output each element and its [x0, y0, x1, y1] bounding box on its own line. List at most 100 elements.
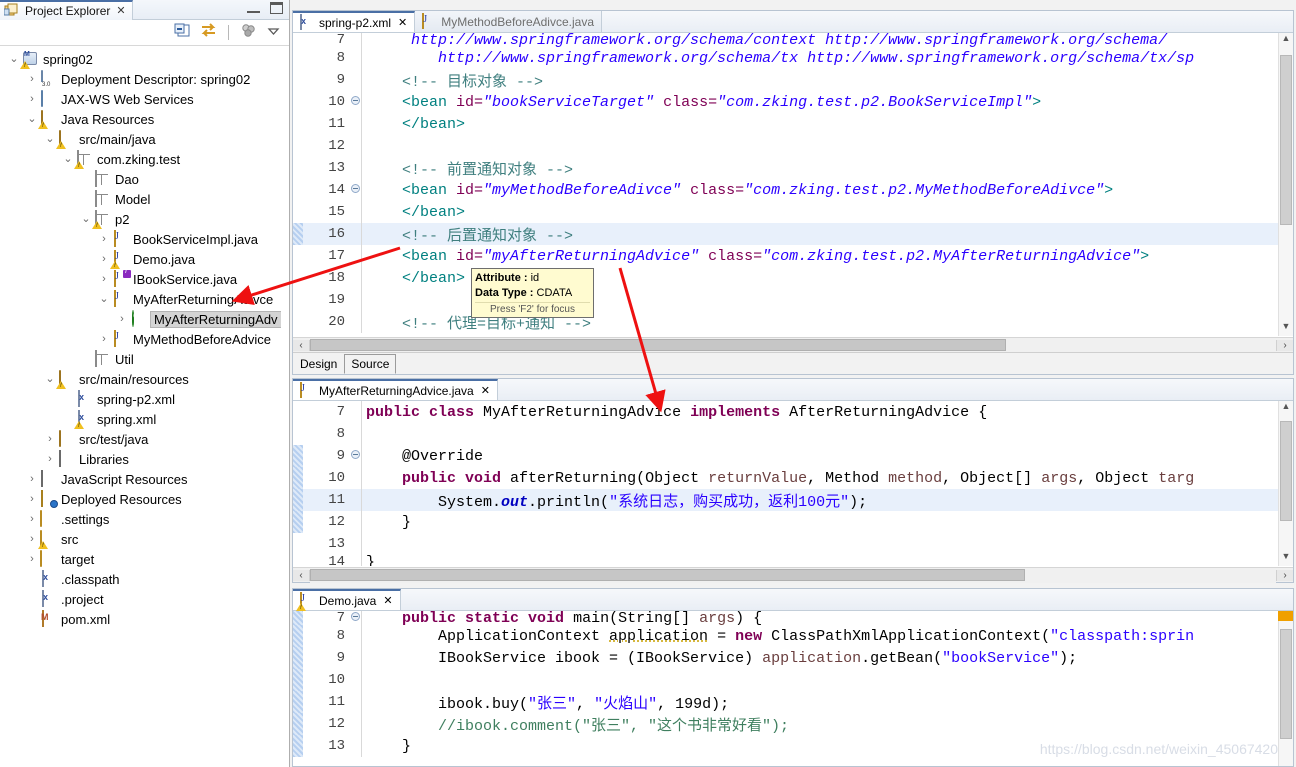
code-line[interactable]: 9 <!-- 目标对象 --> [293, 69, 1293, 91]
code-line[interactable]: 7 public static void main(String[] args)… [293, 611, 1293, 627]
java-editor-tabbar[interactable]: MyAfterReturningAdvice.java ✕ [293, 379, 1293, 401]
scroll-down-icon[interactable]: ▼ [1279, 321, 1293, 336]
editor-tab-spring-p2-xml[interactable]: spring-p2.xml ✕ [293, 11, 416, 32]
tree-item-settings[interactable]: › .settings [0, 509, 281, 529]
code-line[interactable]: 17 <bean id="myAfterReturningAdvice" cla… [293, 245, 1293, 267]
twisty-collapsed-icon[interactable]: › [24, 513, 40, 525]
scroll-right-icon[interactable]: › [1276, 339, 1293, 351]
scroll-left-icon[interactable]: ‹ [293, 339, 310, 351]
java-horizontal-scrollbar[interactable]: ‹ › [293, 567, 1293, 583]
tree-item-util[interactable]: Util [0, 349, 281, 369]
code-line[interactable]: 10 [293, 669, 1293, 691]
tree-item-deployed-resources[interactable]: › Deployed Resources [0, 489, 281, 509]
tree-item-model[interactable]: Model [0, 189, 281, 209]
code-line[interactable]: 10 <bean id="bookServiceTarget" class="c… [293, 91, 1293, 113]
xml-vertical-scrollbar[interactable]: ▲ ▼ [1278, 33, 1293, 336]
scroll-right-icon[interactable]: › [1276, 569, 1293, 581]
code-line[interactable]: 14 <bean id="myMethodBeforeAdivce" class… [293, 179, 1293, 201]
twisty-collapsed-icon[interactable]: › [24, 493, 40, 505]
tree-item-pom-xml[interactable]: pom.xml [0, 609, 281, 629]
close-icon[interactable]: ✕ [383, 594, 392, 607]
tree-item-com-zking-test[interactable]: ⌄com.zking.test [0, 149, 281, 169]
hscroll-thumb[interactable] [310, 339, 1006, 351]
editor-tab-myafterreturningadvice-java[interactable]: MyAfterReturningAdvice.java ✕ [293, 379, 498, 400]
design-source-tabs[interactable]: Design Source [293, 352, 1293, 374]
tree-item-ibookservice-java[interactable]: › IBookService.java [0, 268, 281, 289]
java-code-area[interactable]: 7 public class MyAfterReturningAdvice imp… [293, 401, 1293, 566]
scroll-up-icon[interactable]: ▲ [1279, 401, 1293, 416]
code-line[interactable]: 8 ApplicationContext application = new C… [293, 625, 1293, 647]
hscroll-track[interactable] [310, 567, 1276, 583]
fold-toggle-icon[interactable] [349, 612, 361, 624]
fold-toggle-icon[interactable] [349, 184, 361, 196]
collapse-all-icon[interactable] [174, 23, 191, 43]
maximize-icon[interactable] [270, 2, 283, 14]
tree-item-libraries[interactable]: › Libraries [0, 449, 281, 469]
scroll-down-icon[interactable]: ▼ [1279, 551, 1293, 566]
xml-code-area[interactable]: 7 http://www.springframework.org/schema/… [293, 33, 1293, 336]
tree-item-spring-p2-xml[interactable]: spring-p2.xml [0, 389, 281, 409]
page-tab-design[interactable]: Design [293, 354, 344, 374]
twisty-collapsed-icon[interactable]: › [42, 433, 58, 445]
tree-item-dao[interactable]: Dao [0, 169, 281, 189]
code-line[interactable]: 12 //ibook.comment("张三", "这个书非常好看"); [293, 713, 1293, 735]
xml-horizontal-scrollbar[interactable]: ‹ › [293, 337, 1293, 353]
tree-item-jax-ws-web-services[interactable]: › JAX-WS Web Services [0, 89, 281, 109]
link-editor-icon[interactable] [200, 22, 217, 43]
tree-item-myafterreturningadivce[interactable]: ⌄ MyAfterReturningAdivce [0, 289, 281, 309]
minimize-icon[interactable] [247, 4, 260, 13]
page-tab-source[interactable]: Source [344, 354, 397, 374]
vscroll-thumb[interactable] [1280, 629, 1292, 739]
tree-item-src[interactable]: ›src [0, 529, 281, 549]
twisty-collapsed-icon[interactable]: › [24, 93, 40, 105]
vscroll-thumb[interactable] [1280, 55, 1292, 225]
hscroll-track[interactable] [310, 337, 1276, 353]
fold-toggle-icon[interactable] [349, 450, 361, 462]
code-line[interactable]: 10 public void afterReturning(Object ret… [293, 467, 1293, 489]
tree-item-classpath[interactable]: .classpath [0, 569, 281, 589]
xml-editor-tabbar[interactable]: spring-p2.xml ✕ MyMethodBeforeAdivce.java [293, 11, 1293, 33]
tree-item-deployment-descriptor-spring02[interactable]: › Deployment Descriptor: spring02 [0, 69, 281, 89]
twisty-collapsed-icon[interactable]: › [24, 73, 40, 85]
twisty-collapsed-icon[interactable]: › [96, 273, 112, 285]
code-line[interactable]: 13 <!-- 前置通知对象 --> [293, 157, 1293, 179]
twisty-collapsed-icon[interactable]: › [114, 313, 130, 325]
code-line[interactable]: 13 [293, 533, 1293, 555]
twisty-collapsed-icon[interactable]: › [24, 473, 40, 485]
code-line[interactable]: 20 <!-- 代理=目标+通知 --> [293, 311, 1293, 333]
code-line[interactable]: 11 System.out.println("系统日志，购买成功，返利100元"… [293, 489, 1293, 511]
code-line[interactable]: 12 [293, 135, 1293, 157]
tree-item-mymethodbeforeadvice[interactable]: › MyMethodBeforeAdvice [0, 329, 281, 349]
tree-item-src-test-java[interactable]: › src/test/java [0, 429, 281, 449]
tree-item-src-main-resources[interactable]: ⌄src/main/resources [0, 369, 281, 389]
close-icon[interactable]: ✕ [398, 16, 407, 29]
tree-item-spring-xml[interactable]: spring.xml [0, 409, 281, 429]
close-icon[interactable]: ✕ [481, 384, 490, 397]
scroll-left-icon[interactable]: ‹ [293, 569, 310, 581]
fold-toggle-icon[interactable] [349, 96, 361, 108]
tree-item-javascript-resources[interactable]: › JavaScript Resources [0, 469, 281, 489]
tree-item-demo-java[interactable]: ›Demo.java [0, 249, 281, 269]
scroll-up-icon[interactable]: ▲ [1279, 33, 1293, 48]
demo-editor-tabbar[interactable]: Demo.java ✕ [293, 589, 1293, 611]
code-line[interactable]: 18 </bean> [293, 267, 1293, 289]
close-icon[interactable]: ✕ [116, 4, 125, 17]
code-line[interactable]: 7 public class MyAfterReturningAdvice imp… [293, 401, 1293, 423]
hscroll-thumb[interactable] [310, 569, 1025, 581]
view-menu-icon[interactable] [266, 23, 281, 43]
tree-item-project[interactable]: .project [0, 589, 281, 609]
tree-item-p2[interactable]: ⌄p2 [0, 209, 281, 229]
tree-item-src-main-java[interactable]: ⌄src/main/java [0, 129, 281, 149]
tree-item-target[interactable]: › target [0, 549, 281, 569]
twisty-collapsed-icon[interactable]: › [42, 453, 58, 465]
project-tree[interactable]: ⌄Mspring02›Deployment Descriptor: spring… [0, 47, 281, 767]
twisty-expanded-icon[interactable]: ⌄ [96, 293, 112, 305]
tree-item-spring02[interactable]: ⌄Mspring02 [0, 49, 281, 69]
code-line[interactable]: 8 http://www.springframework.org/schema/… [293, 47, 1293, 69]
twisty-collapsed-icon[interactable]: › [96, 333, 112, 345]
code-line[interactable]: 11 ibook.buy("张三", "火焰山", 199d); [293, 691, 1293, 713]
code-line[interactable]: 9 @Override [293, 445, 1293, 467]
tree-item-java-resources[interactable]: ⌄Java Resources [0, 109, 281, 129]
code-line[interactable]: 11 </bean> [293, 113, 1293, 135]
tree-item-bookserviceimpl-java[interactable]: › BookServiceImpl.java [0, 229, 281, 249]
